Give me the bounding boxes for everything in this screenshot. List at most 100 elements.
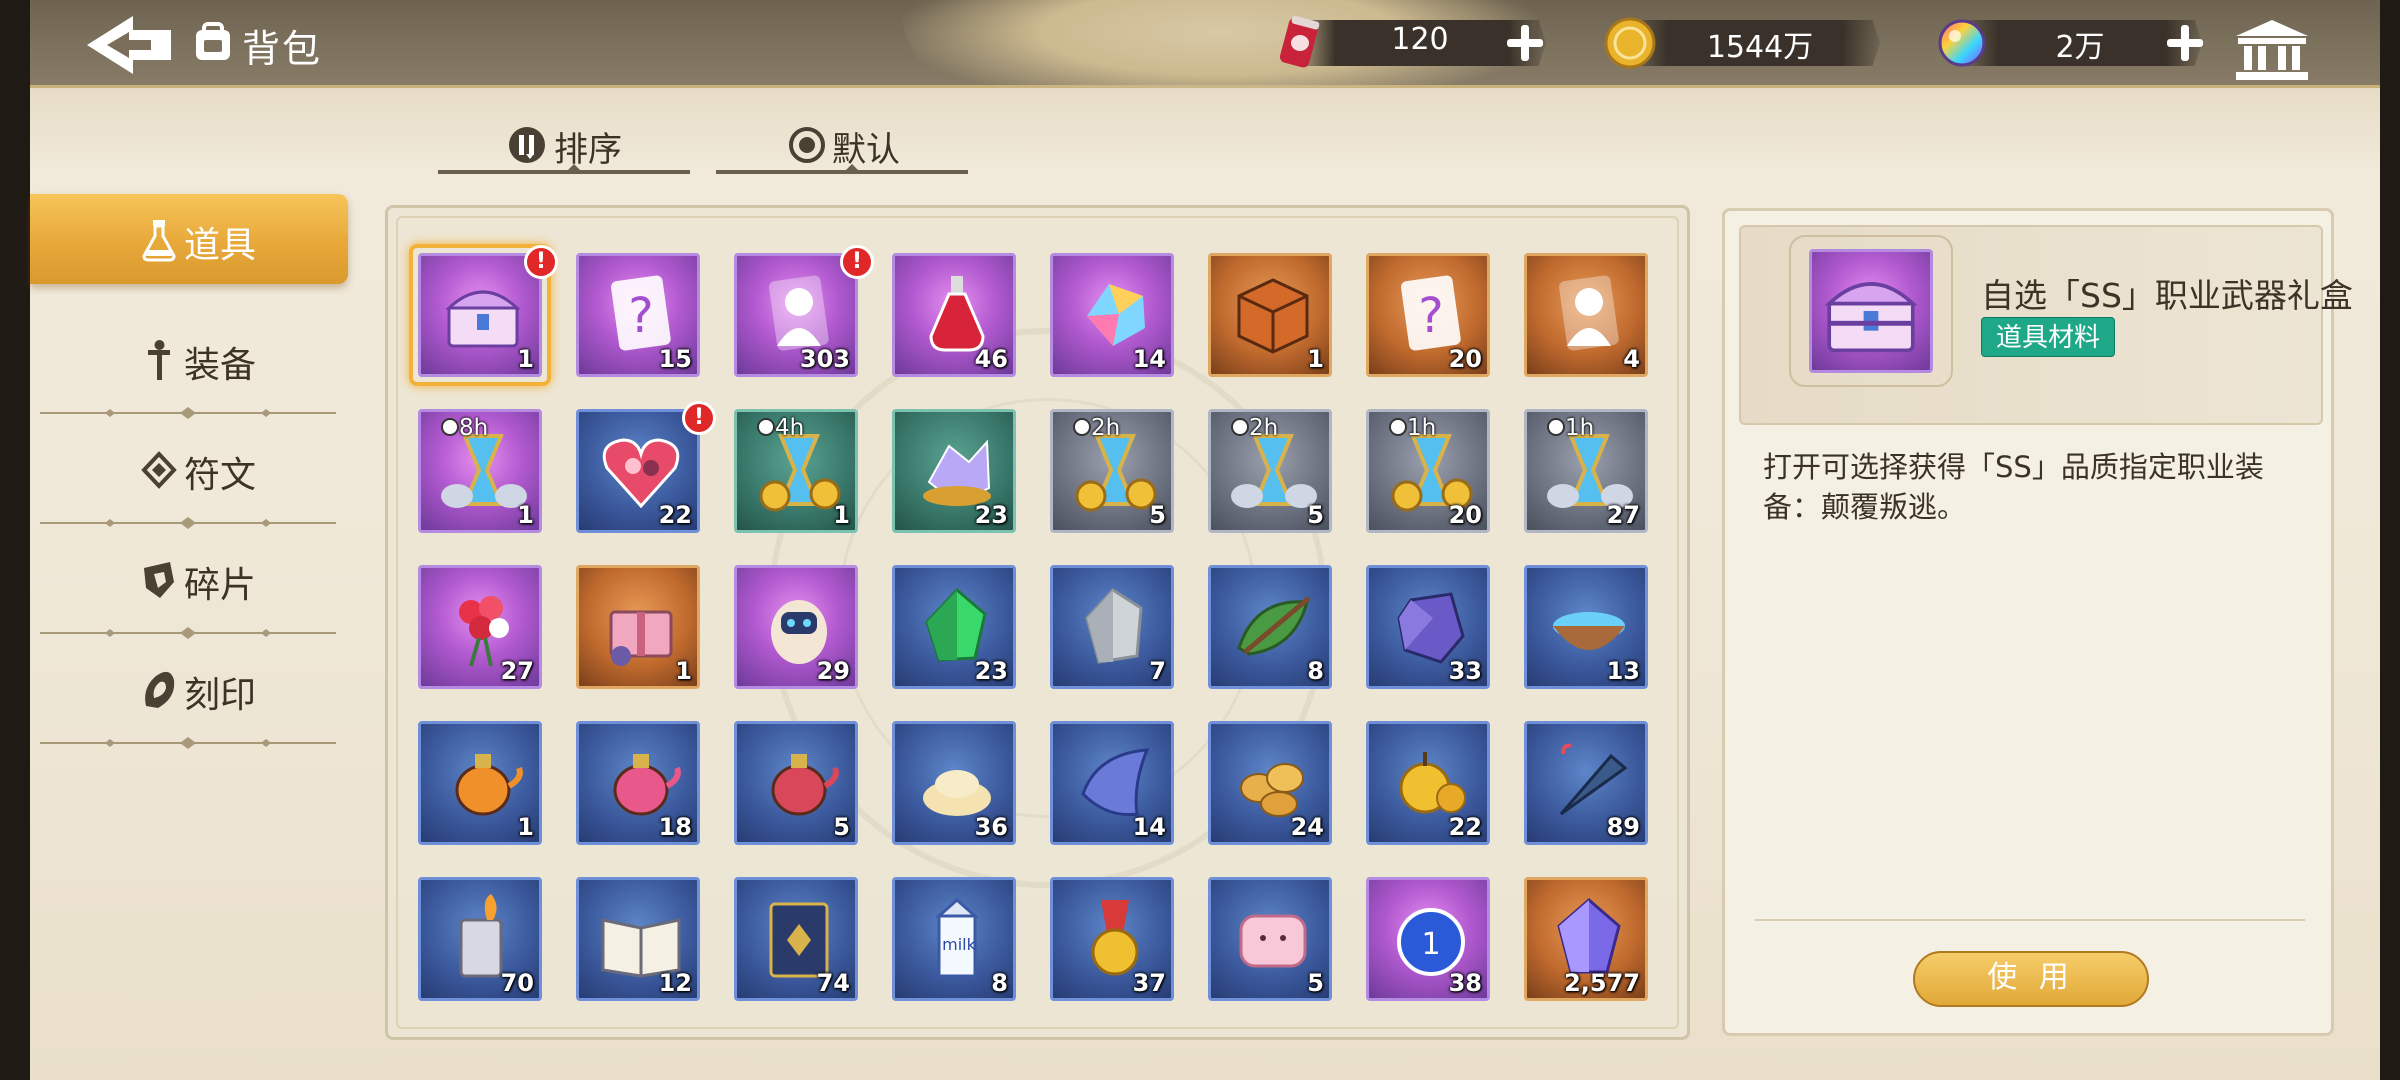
item-slot[interactable]: 1 <box>1208 253 1332 377</box>
tab-runes-label: 符文 <box>184 455 257 496</box>
gold-coin-icon <box>1604 17 1656 69</box>
new-alert-icon: ! <box>524 245 558 279</box>
tab-items[interactable]: 道具 <box>30 194 348 284</box>
flask-icon <box>142 220 176 262</box>
item-count: 38 <box>1448 969 1482 997</box>
item-grid-panel: 1!? 15 303! 46 14 1? 20 4 8h 1 22! 4h 1 23 2h 5 2h 5 1h 20 1… <box>385 205 1690 1040</box>
clock-icon <box>1073 418 1091 436</box>
svg-text:?: ? <box>628 288 653 344</box>
item-slot[interactable]: 23 <box>892 409 1016 533</box>
item-count: 18 <box>658 813 692 841</box>
item-slot[interactable]: 4 <box>1524 253 1648 377</box>
item-count: 20 <box>1448 345 1482 373</box>
item-category-badge: 道具材料 <box>1981 317 2116 357</box>
right-letterbox <box>2380 0 2400 1080</box>
sort-button[interactable]: 排序 <box>438 116 690 174</box>
add-gem-button[interactable] <box>2164 22 2206 64</box>
item-slot[interactable]: 70 <box>418 877 542 1001</box>
item-slot[interactable]: 2h 5 <box>1050 409 1174 533</box>
back-arrow-icon[interactable] <box>85 14 175 76</box>
item-count: 5 <box>1307 501 1324 529</box>
item-slot[interactable]: 1 <box>576 565 700 689</box>
backpack-screen: 背包 120 1544万 2万 排序 默认 道具 装备 符文 碎片 刻印 1 !… <box>0 0 2400 1080</box>
sort-indicator <box>564 164 584 174</box>
item-timer: 2h <box>1091 415 1121 441</box>
add-stamina-button[interactable] <box>1504 22 1546 64</box>
item-description: 打开可选择获得「SS」品质指定职业装备：颠覆叛逃。 <box>1763 450 2264 524</box>
item-slot[interactable]: ? 20 <box>1366 253 1490 377</box>
item-count: 5 <box>1307 969 1324 997</box>
clock-icon <box>441 418 459 436</box>
detail-divider <box>1755 919 2305 921</box>
item-slot[interactable]: 37 <box>1050 877 1174 1001</box>
item-slot[interactable]: 36 <box>892 721 1016 845</box>
item-count: 14 <box>1132 813 1166 841</box>
tab-runes[interactable]: 符文 <box>30 424 348 514</box>
item-count: 27 <box>500 657 534 685</box>
clock-icon <box>757 418 775 436</box>
tab-imprints[interactable]: 刻印 <box>30 644 348 734</box>
svg-text:1: 1 <box>1421 927 1440 962</box>
item-slot[interactable]: 14 <box>1050 721 1174 845</box>
item-count: 29 <box>816 657 850 685</box>
item-slot[interactable]: 8 <box>1208 565 1332 689</box>
item-count: 20 <box>1448 501 1482 529</box>
item-slot[interactable]: 5 <box>1208 877 1332 1001</box>
item-slot[interactable]: 89 <box>1524 721 1648 845</box>
default-order-indicator <box>842 164 862 174</box>
item-slot[interactable]: 1 <box>418 721 542 845</box>
item-slot[interactable]: 2h 5 <box>1208 409 1332 533</box>
item-slot[interactable]: 14 <box>1050 253 1174 377</box>
tab-items-label: 道具 <box>184 225 257 266</box>
item-slot[interactable]: ? 15 <box>576 253 700 377</box>
item-count: 1 <box>1307 345 1324 373</box>
item-slot[interactable]: 8h 1 <box>418 409 542 533</box>
fragment-icon <box>144 562 174 598</box>
imprint-icon <box>145 671 175 708</box>
item-slot[interactable]: 2,577 <box>1524 877 1648 1001</box>
item-slot[interactable]: 1h 20 <box>1366 409 1490 533</box>
item-slot[interactable]: milk 8 <box>892 877 1016 1001</box>
item-slot[interactable]: 5 <box>734 721 858 845</box>
item-count: 1 <box>517 813 534 841</box>
item-slot[interactable]: 24 <box>1208 721 1332 845</box>
museum-icon[interactable] <box>2232 18 2312 82</box>
item-count: 303 <box>799 345 850 373</box>
svg-text:?: ? <box>1418 288 1443 344</box>
tab-fragments[interactable]: 碎片 <box>30 534 348 624</box>
item-slot[interactable]: 22 <box>576 409 700 533</box>
item-slot[interactable]: 46 <box>892 253 1016 377</box>
item-slot[interactable]: 1 38 <box>1366 877 1490 1001</box>
sword-icon <box>148 340 170 380</box>
item-count: 23 <box>974 657 1008 685</box>
clock-icon <box>1547 418 1565 436</box>
item-slot[interactable]: 4h 1 <box>734 409 858 533</box>
item-slot[interactable]: 303 <box>734 253 858 377</box>
stamina-drink-icon <box>1279 15 1320 68</box>
item-count: 12 <box>658 969 692 997</box>
item-timer: 1h <box>1565 415 1595 441</box>
default-order-button[interactable]: 默认 <box>716 116 968 174</box>
item-slot[interactable]: 22 <box>1366 721 1490 845</box>
item-slot[interactable]: 33 <box>1366 565 1490 689</box>
clock-icon <box>1389 418 1407 436</box>
item-timer: 4h <box>775 415 805 441</box>
item-slot[interactable]: 18 <box>576 721 700 845</box>
item-slot[interactable]: 23 <box>892 565 1016 689</box>
item-slot[interactable]: 74 <box>734 877 858 1001</box>
use-button[interactable]: 使 用 <box>1913 951 2149 1007</box>
item-slot[interactable]: 27 <box>418 565 542 689</box>
tab-equipment-label: 装备 <box>184 345 257 386</box>
item-count: 1 <box>517 501 534 529</box>
tab-equipment[interactable]: 装备 <box>30 314 348 404</box>
item-slot[interactable]: 7 <box>1050 565 1174 689</box>
item-grid[interactable]: 1!? 15 303! 46 14 1? 20 4 8h 1 22! 4h 1 23 2h 5 2h 5 1h 20 1… <box>409 244 1668 1033</box>
item-count: 89 <box>1606 813 1640 841</box>
gold-value: 1544万 <box>1706 30 1814 65</box>
item-count: 37 <box>1132 969 1166 997</box>
item-slot[interactable]: 13 <box>1524 565 1648 689</box>
item-slot[interactable]: 1h 27 <box>1524 409 1648 533</box>
item-slot[interactable]: 12 <box>576 877 700 1001</box>
item-count: 4 <box>1623 345 1640 373</box>
item-slot[interactable]: 29 <box>734 565 858 689</box>
